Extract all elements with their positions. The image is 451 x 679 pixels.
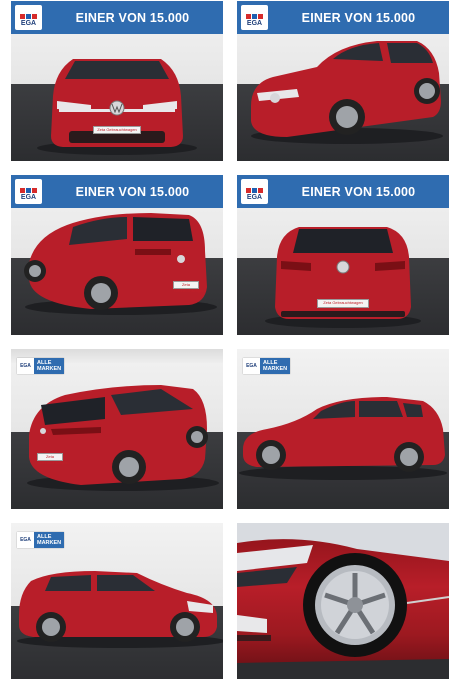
ega-logo: EGA	[15, 179, 42, 204]
ega-logo: EGA	[241, 5, 268, 30]
promo-banner: EGA EINER VON 15.000	[237, 1, 449, 34]
alle-marken-badge: EGA ALLE MARKEN	[17, 358, 65, 374]
badge-line2: MARKEN	[37, 366, 62, 372]
license-plate: Zeta Gebrauchtwagen	[93, 126, 141, 134]
car-photo-front-right[interactable]: EGA EINER VON 15.000	[237, 1, 449, 161]
plate-text: Zeta Gebrauchtwagen	[97, 127, 137, 132]
license-plate: Zeta Gebrauchtwagen	[173, 281, 204, 293]
ega-badge-logo: EGA	[243, 358, 260, 374]
car-wheel-detail-image	[237, 523, 449, 679]
alle-marken-badge: EGA ALLE MARKEN	[17, 532, 65, 548]
badge-line2: MARKEN	[37, 540, 62, 546]
alle-marken-badge: EGA ALLE MARKEN	[243, 358, 291, 374]
car-photo-rear[interactable]: Zeta Gebrauchtwagen EGA EINER VON 15.000	[237, 175, 449, 335]
ega-logo: EGA	[15, 5, 42, 30]
license-plate: Zeta Gebrauchtwagen	[37, 453, 68, 465]
ega-logo: EGA	[241, 179, 268, 204]
banner-text: EINER VON 15.000	[75, 10, 190, 25]
promo-banner: EGA EINER VON 15.000	[11, 175, 223, 208]
banner-text: EINER VON 15.000	[301, 10, 416, 25]
car-photo-rear-left-showroom[interactable]: Zeta Gebrauchtwagen EGA ALLE MARKEN	[11, 349, 223, 509]
ega-badge-logo: EGA	[17, 532, 34, 548]
banner-text: EINER VON 15.000	[75, 184, 190, 199]
car-photo-front[interactable]: Zeta Gebrauchtwagen EGA EINER VON 15.000	[11, 1, 223, 161]
banner-text: EINER VON 15.000	[301, 184, 416, 199]
plate-text: Zeta Gebrauchtwagen	[323, 300, 363, 305]
car-photo-left-side-front[interactable]: EGA ALLE MARKEN	[11, 523, 223, 679]
license-plate: Zeta Gebrauchtwagen	[317, 299, 369, 308]
promo-banner: EGA EINER VON 15.000	[11, 1, 223, 34]
car-photo-wheel-detail[interactable]	[237, 523, 449, 679]
ega-badge-logo: EGA	[17, 358, 34, 374]
badge-line2: MARKEN	[263, 366, 288, 372]
car-photo-left-side[interactable]: EGA ALLE MARKEN	[237, 349, 449, 509]
photo-gallery: Zeta Gebrauchtwagen EGA EINER VON 15.000	[0, 0, 451, 679]
car-photo-rear-left[interactable]: Zeta Gebrauchtwagen EGA EINER VON 15.000	[11, 175, 223, 335]
promo-banner: EGA EINER VON 15.000	[237, 175, 449, 208]
